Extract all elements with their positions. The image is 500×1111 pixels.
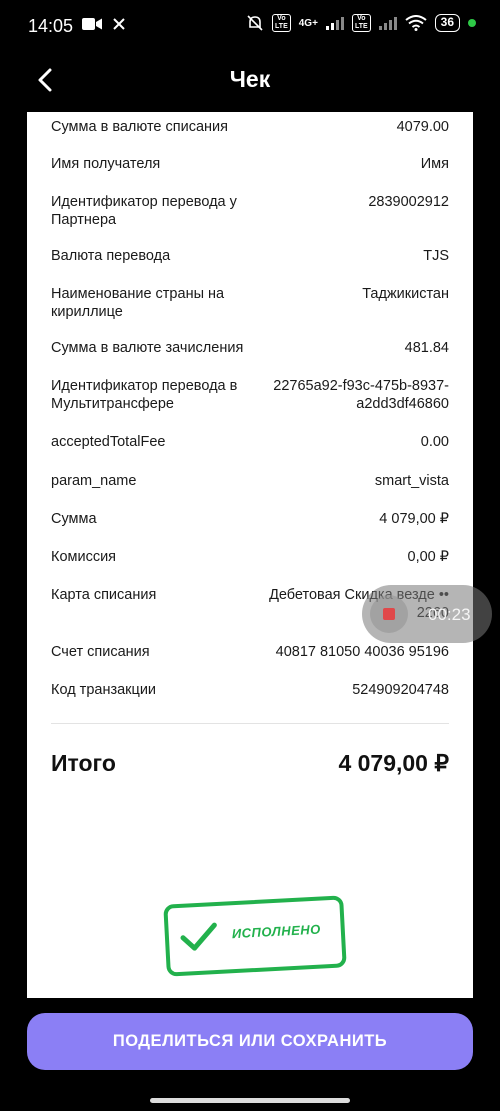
mute-bell-icon — [247, 15, 263, 31]
network-type: 4G+ — [298, 17, 318, 29]
row-value: 0,00 ₽ — [407, 549, 449, 565]
receipt-card: Сумма в валюте списания 4079.00 Имя полу… — [27, 112, 473, 998]
screen-recording-indicator[interactable]: 00:23 — [362, 585, 492, 643]
row-label: param_name — [51, 473, 137, 489]
receipt-row: param_name smart_vista — [51, 472, 449, 490]
receipt-row: acceptedTotalFee 0.00 — [51, 433, 449, 451]
page-title: Чек — [229, 66, 271, 92]
receipt-row: Счет списания 40817 81050 40036 95196 — [51, 643, 449, 661]
battery-icon: 36 — [434, 14, 460, 32]
signal-icon — [325, 17, 344, 30]
row-label: acceptedTotalFee — [51, 434, 166, 450]
row-value: 524909204748 — [352, 682, 449, 698]
recording-time: 00:23 — [428, 605, 471, 624]
row-value: 481.84 — [404, 340, 449, 356]
receipt-row: Код транзакции 524909204748 — [51, 681, 449, 699]
row-value: 2839002912 — [368, 194, 449, 210]
row-value: Имя — [420, 156, 449, 172]
row-label: Код транзакции — [51, 682, 157, 698]
header: Чек — [0, 56, 500, 104]
row-label: Наименование страны на кириллице — [51, 286, 225, 320]
row-label: Валюта перевода — [51, 248, 171, 264]
wifi-icon — [405, 15, 427, 31]
row-label: Счет списания — [51, 644, 150, 660]
volte-icon: Vo LTE — [272, 14, 291, 32]
row-value: 22765a92-f93c-475b-8937-a2dd3df46860 — [273, 378, 449, 412]
row-label: Сумма в валюте списания — [51, 119, 228, 135]
row-label: Идентификатор перевода у Партнера — [51, 194, 237, 228]
receipt-row: Сумма в валюте списания 4079.00 — [51, 118, 449, 136]
status-bar: 14:05 Vo LTE 4G+ Vo LTE 36 — [0, 0, 500, 52]
row-value: smart_vista — [374, 473, 449, 489]
row-value: 4 079,00 ₽ — [379, 511, 449, 527]
receipt-row: Имя получателя Имя — [51, 155, 449, 173]
close-notification-icon — [113, 18, 125, 30]
video-camera-icon — [82, 18, 102, 30]
row-value: 0.00 — [420, 434, 449, 450]
row-value: TJS — [423, 248, 449, 264]
total-value: 4 079,00 ₽ — [338, 750, 449, 776]
status-left-icons — [82, 17, 126, 31]
receipt-row: Идентификатор перевода у Партнера 283900… — [51, 193, 449, 229]
receipt-row: Наименование страны на кириллице Таджики… — [51, 285, 449, 321]
volte-icon-2: Vo LTE — [351, 14, 371, 32]
status-stamp: ИСПОЛНЕНО — [163, 895, 347, 977]
share-or-save-button[interactable]: ПОДЕЛИТЬСЯ ИЛИ СОХРАНИТЬ — [27, 1013, 473, 1070]
total-row: Итого 4 079,00 ₽ — [51, 750, 449, 777]
receipt-row: Идентификатор перевода в Мультитрансфере… — [51, 377, 449, 413]
signal-icon-2 — [378, 17, 397, 30]
receipt-row: Сумма в валюте зачисления 481.84 — [51, 339, 449, 357]
receipt-row: Комиссия 0,00 ₽ — [51, 548, 449, 566]
status-right-icons: Vo LTE 4G+ Vo LTE 36 — [246, 14, 476, 32]
row-label: Карта списания — [51, 587, 157, 603]
receipt-row: Валюта перевода TJS — [51, 247, 449, 265]
home-indicator[interactable] — [150, 1098, 350, 1103]
privacy-indicator-icon — [468, 19, 476, 27]
row-label: Комиссия — [51, 549, 117, 565]
row-label: Идентификатор перевода в Мультитрансфере — [51, 378, 238, 412]
row-label: Сумма в валюте зачисления — [51, 340, 244, 356]
total-label: Итого — [51, 750, 116, 776]
row-label: Имя получателя — [51, 156, 161, 172]
stop-icon — [383, 608, 395, 620]
row-value: 4079.00 — [396, 119, 449, 135]
checkmark-icon — [180, 922, 217, 951]
row-value: Таджикистан — [362, 286, 449, 302]
row-value: 40817 81050 40036 95196 — [275, 644, 449, 660]
divider — [51, 723, 449, 724]
receipt-row: Сумма 4 079,00 ₽ — [51, 510, 449, 528]
row-label: Сумма — [51, 511, 97, 527]
status-time: 14:05 — [28, 16, 74, 36]
